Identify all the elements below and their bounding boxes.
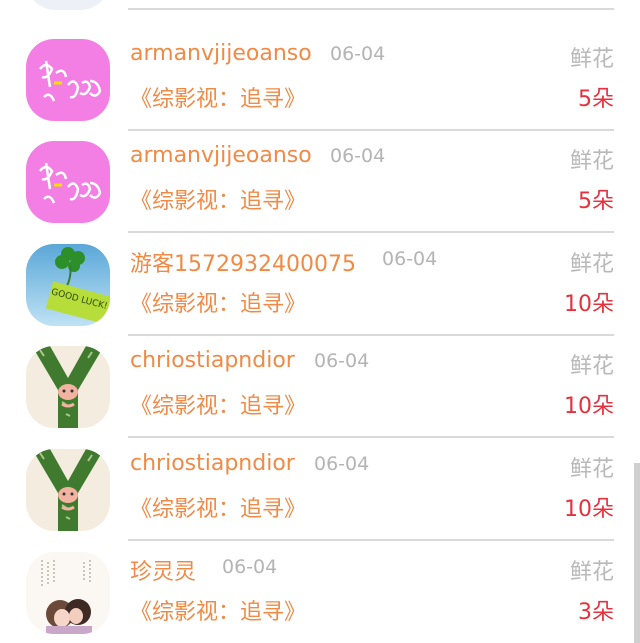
username[interactable]: chriostiapndior (130, 451, 295, 476)
date: 06-04 (382, 248, 438, 270)
gift-amount: 10朵 (564, 292, 614, 317)
list-item[interactable]: armanvjijeoanso 06-04 鲜花 《综影视：追寻》 5朵 (0, 131, 640, 234)
date: 06-04 (314, 453, 370, 475)
avatar[interactable] (26, 552, 110, 634)
gift-type: 鲜花 (569, 457, 614, 482)
gift-amount: 5朵 (578, 87, 614, 112)
gift-type: 鲜花 (569, 560, 614, 585)
book-title[interactable]: 《综影视：追寻》 (130, 594, 306, 626)
book-title[interactable]: 《综影视：追寻》 (130, 81, 306, 113)
y-letter-avatar-icon (26, 449, 110, 531)
gift-amount: 3朵 (578, 600, 614, 625)
avatar[interactable] (26, 346, 110, 428)
row-divider (128, 539, 614, 541)
list-item[interactable]: 珍灵灵 06-04 鲜花 《综影视：追寻》 3朵 (0, 542, 640, 643)
username[interactable]: armanvjijeoanso (130, 41, 312, 66)
book-title[interactable]: 《综影视：追寻》 (130, 286, 306, 318)
avatar[interactable]: GOOD LUCK! (26, 244, 110, 326)
gift-type: 鲜花 (569, 149, 614, 174)
couple-illustration-avatar-icon (26, 552, 110, 634)
book-title[interactable]: 《综影视：追寻》 (130, 183, 306, 215)
gift-type: 鲜花 (569, 354, 614, 379)
username[interactable]: 游客1572932400075 (130, 246, 356, 278)
date: 06-04 (314, 350, 370, 372)
gift-amount: 10朵 (564, 394, 614, 419)
row-divider (128, 8, 614, 10)
scrollbar[interactable] (634, 463, 640, 643)
username[interactable]: armanvjijeoanso (130, 143, 312, 168)
clover-good-luck-avatar-icon: GOOD LUCK! (26, 244, 110, 326)
row-divider (128, 231, 614, 233)
date: 06-04 (330, 145, 386, 167)
book-title[interactable]: 《综影视：追寻》 (130, 388, 306, 420)
avatar[interactable] (26, 141, 110, 223)
avatar[interactable] (26, 449, 110, 531)
row-divider (128, 436, 614, 438)
gift-record-list: armanvjijeoanso 06-04 鲜花 《综影视：追寻》 5朵 arm… (0, 0, 640, 643)
pink-doodle-avatar-icon (26, 39, 110, 121)
avatar (26, 0, 110, 10)
list-item[interactable]: armanvjijeoanso 06-04 鲜花 《综影视：追寻》 5朵 (0, 29, 640, 132)
previous-row-fragment (0, 0, 640, 10)
date: 06-04 (330, 43, 386, 65)
date: 06-04 (222, 556, 278, 578)
list-item[interactable]: GOOD LUCK! 游客1572932400075 06-04 鲜花 《综影视… (0, 234, 640, 337)
list-item[interactable]: chriostiapndior 06-04 鲜花 《综影视：追寻》 10朵 (0, 439, 640, 542)
gift-type: 鲜花 (569, 47, 614, 72)
book-title[interactable]: 《综影视：追寻》 (130, 491, 306, 523)
list-item[interactable]: chriostiapndior 06-04 鲜花 《综影视：追寻》 10朵 (0, 336, 640, 439)
pink-doodle-avatar-icon (26, 141, 110, 223)
gift-amount: 10朵 (564, 497, 614, 522)
gift-type: 鲜花 (569, 252, 614, 277)
avatar[interactable] (26, 39, 110, 121)
gift-amount: 5朵 (578, 189, 614, 214)
username[interactable]: 珍灵灵 (130, 554, 196, 586)
y-letter-avatar-icon (26, 346, 110, 428)
username[interactable]: chriostiapndior (130, 348, 295, 373)
